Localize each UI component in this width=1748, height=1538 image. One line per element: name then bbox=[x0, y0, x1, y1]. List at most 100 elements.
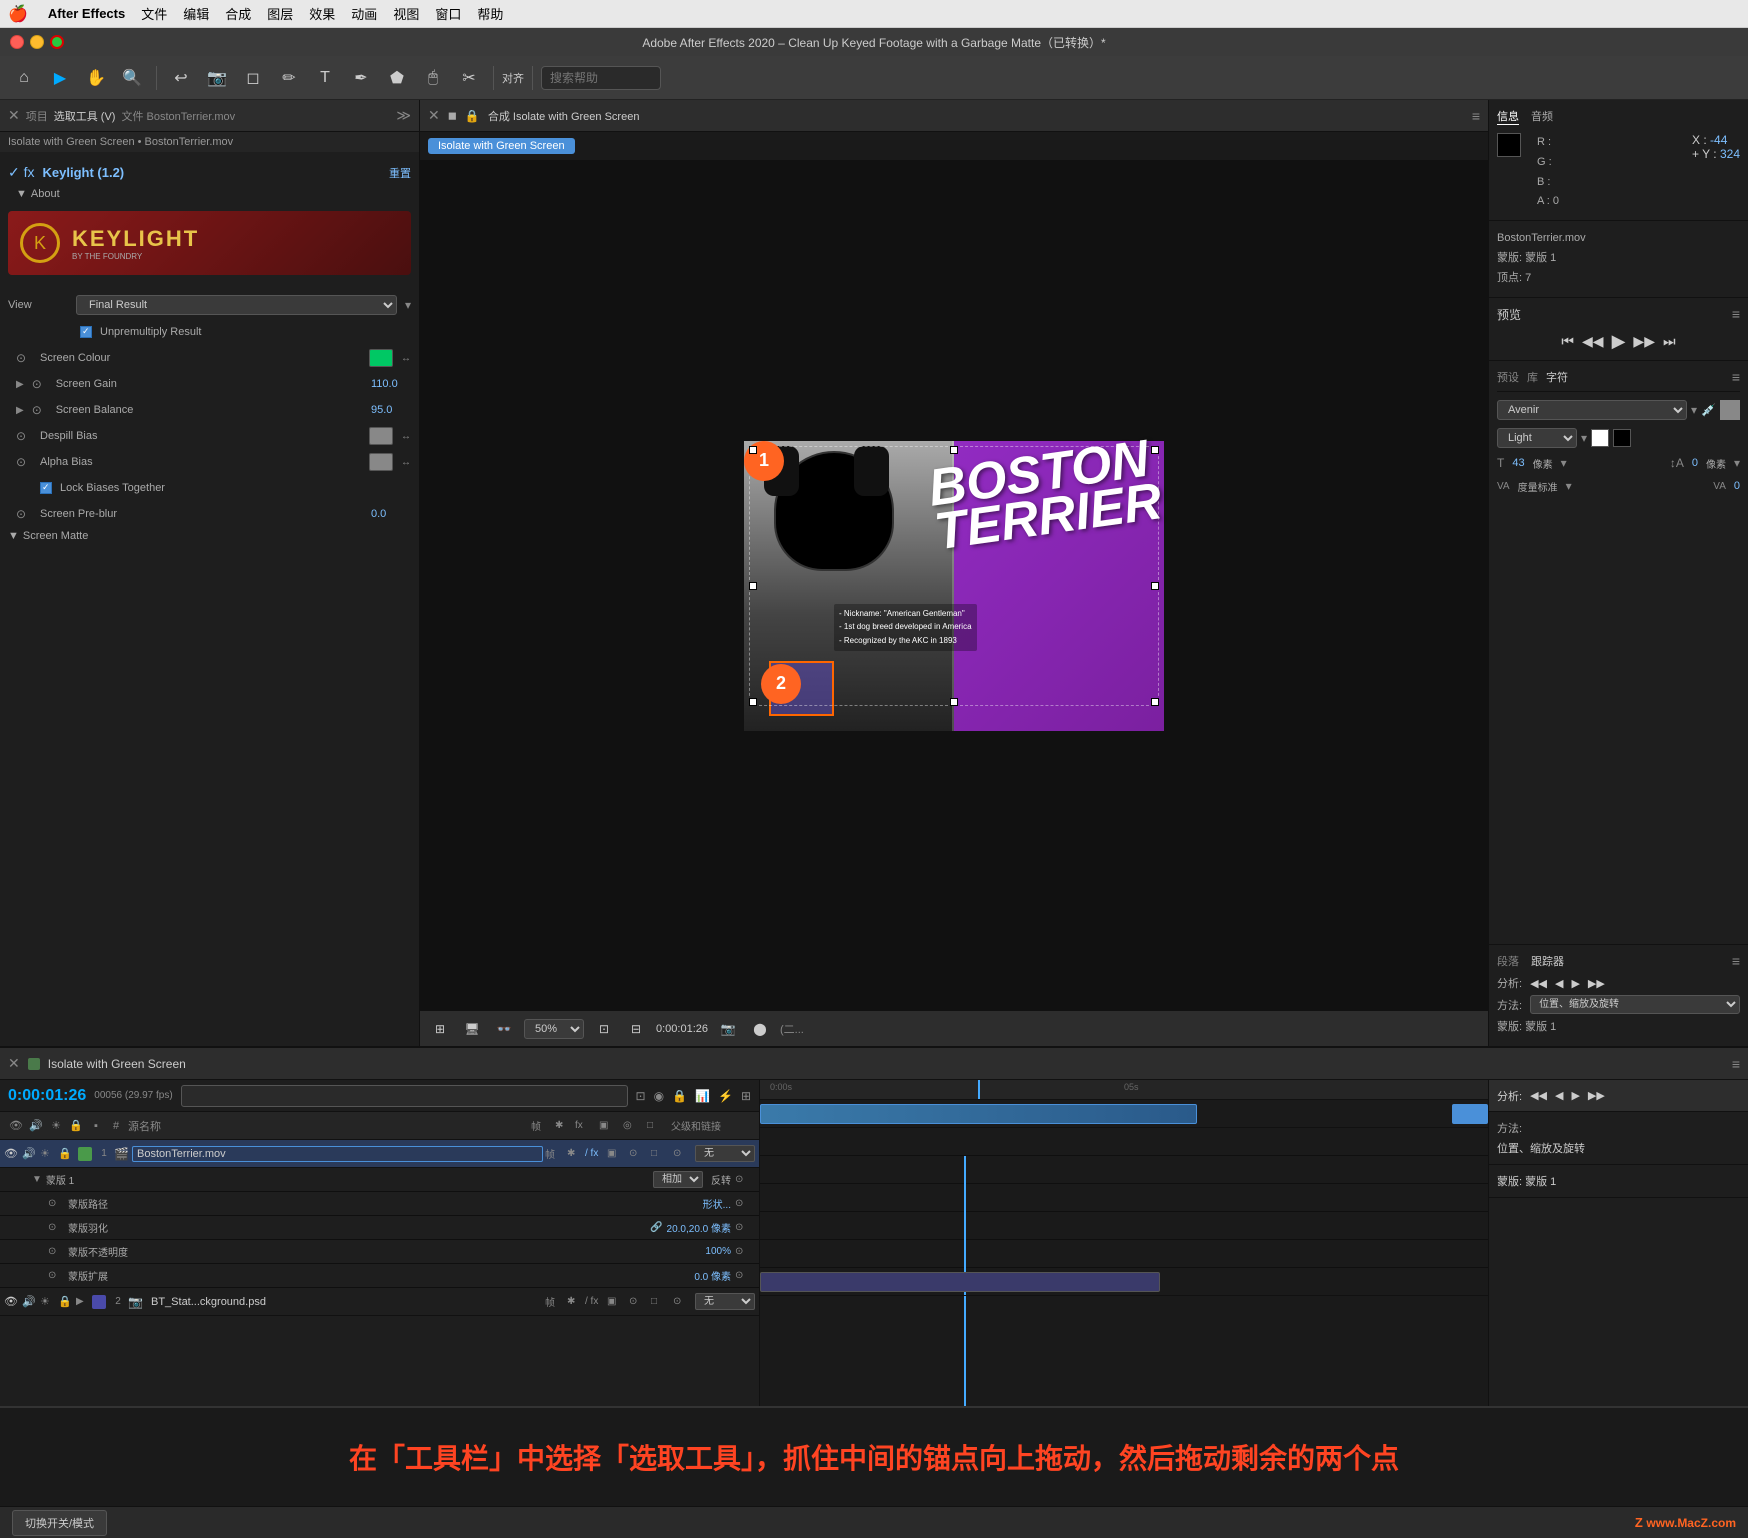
comp-name-button[interactable]: Isolate with Green Screen bbox=[428, 138, 575, 154]
analyze-prev-btn[interactable]: ◀◀ bbox=[1530, 977, 1547, 990]
mask-expand-arrow[interactable]: ▼ bbox=[32, 1174, 42, 1185]
comp-panel-menu[interactable]: ≡ bbox=[1472, 108, 1480, 124]
menu-compose[interactable]: 合成 bbox=[225, 4, 251, 23]
menu-layer[interactable]: 图层 bbox=[267, 4, 293, 23]
layer1-eye[interactable]: 👁 bbox=[4, 1147, 20, 1160]
alpha-bias-arrow[interactable]: ↔ bbox=[401, 457, 411, 468]
comp-close-btn[interactable]: ✕ bbox=[428, 107, 440, 124]
mask1-blend-select[interactable]: 相加 bbox=[653, 1171, 703, 1188]
rt-analyze-prev[interactable]: ◀◀ bbox=[1530, 1089, 1547, 1102]
search-help-input[interactable] bbox=[541, 66, 661, 90]
swatch-black[interactable] bbox=[1613, 429, 1631, 447]
menu-edit[interactable]: 编辑 bbox=[183, 4, 209, 23]
layer2-parent-select[interactable]: 无 bbox=[695, 1293, 755, 1310]
menu-effects[interactable]: 效果 bbox=[309, 4, 335, 23]
handle-bm[interactable] bbox=[950, 698, 958, 706]
rt-analyze-fwd[interactable]: ▶▶ bbox=[1588, 1089, 1605, 1102]
play-btn[interactable]: ▶ bbox=[44, 62, 76, 94]
handle-tl[interactable] bbox=[749, 446, 757, 454]
unpremultiply-checkbox[interactable] bbox=[80, 326, 92, 338]
handle-mr[interactable] bbox=[1151, 582, 1159, 590]
timeline-search-input[interactable] bbox=[181, 1085, 628, 1107]
track-clip-2[interactable] bbox=[760, 1272, 1160, 1292]
layer2-audio[interactable]: 🔊 bbox=[22, 1295, 38, 1308]
tab-project[interactable]: 项目 bbox=[26, 108, 48, 124]
layer1-fx[interactable]: / fx bbox=[585, 1148, 605, 1159]
window-controls[interactable] bbox=[10, 35, 64, 49]
comp-camera-btn[interactable]: 📷 bbox=[716, 1017, 740, 1041]
maximize-window-btn[interactable] bbox=[50, 35, 64, 49]
comp-safe-btn[interactable]: ⊟ bbox=[624, 1017, 648, 1041]
paragraph-tab[interactable]: 段落 bbox=[1497, 953, 1519, 969]
track-clip-end[interactable] bbox=[1452, 1104, 1488, 1124]
effects-panel-close[interactable]: ✕ bbox=[8, 107, 20, 124]
menu-view[interactable]: 视图 bbox=[393, 4, 419, 23]
tl-motion-icon[interactable]: ⚡ bbox=[718, 1089, 733, 1103]
panel-menu-btn[interactable]: ≫ bbox=[396, 107, 411, 124]
menu-window[interactable]: 窗口 bbox=[435, 4, 461, 23]
zoom-tool-btn[interactable]: 🔍 bbox=[116, 62, 148, 94]
layer1-lock[interactable]: 🔒 bbox=[58, 1147, 74, 1160]
screen-matte-toggle[interactable]: ▼ Screen Matte bbox=[0, 527, 419, 545]
layer1-audio[interactable]: 🔊 bbox=[22, 1147, 38, 1160]
view-select[interactable]: Final Result bbox=[76, 295, 397, 315]
layer1-name-input[interactable] bbox=[132, 1146, 543, 1162]
screen-preblur-value[interactable]: 0.0 bbox=[371, 508, 411, 520]
scissors-btn[interactable]: ✂ bbox=[453, 62, 485, 94]
handle-br[interactable] bbox=[1151, 698, 1159, 706]
undo-btn[interactable]: ↩ bbox=[165, 62, 197, 94]
tracker-menu-btn[interactable]: ≡ bbox=[1732, 953, 1740, 969]
lock-biases-checkbox[interactable] bbox=[40, 482, 52, 494]
prev-play-btn[interactable]: ▶ bbox=[1612, 331, 1626, 352]
props-menu-btn[interactable]: ≡ bbox=[1732, 369, 1740, 385]
tl-extra-icon[interactable]: ⊞ bbox=[741, 1089, 751, 1103]
analyze-back-btn[interactable]: ◀ bbox=[1555, 977, 1563, 990]
comp-ratio-btn[interactable]: ⊡ bbox=[592, 1017, 616, 1041]
tl-toggle-icon[interactable]: ⊡ bbox=[636, 1089, 646, 1103]
text-btn[interactable]: T bbox=[309, 62, 341, 94]
rt-analyze-play[interactable]: ▶ bbox=[1571, 1089, 1579, 1102]
close-window-btn[interactable] bbox=[10, 35, 24, 49]
menu-file[interactable]: 文件 bbox=[141, 4, 167, 23]
comp-3d-btn[interactable]: 👓 bbox=[492, 1017, 516, 1041]
preview-menu-btn[interactable]: ≡ bbox=[1732, 306, 1740, 322]
prev-back-btn[interactable]: ◀◀ bbox=[1582, 333, 1604, 350]
tracker-tab[interactable]: 跟踪器 bbox=[1531, 953, 1564, 969]
track-clip-1[interactable] bbox=[760, 1104, 1197, 1124]
eyedropper-icon[interactable]: 💉 bbox=[1701, 403, 1716, 417]
screen-balance-value[interactable]: 95.0 bbox=[371, 404, 411, 416]
prev-forward-btn[interactable]: ▶▶ bbox=[1633, 333, 1655, 350]
font-select[interactable]: Avenir bbox=[1497, 400, 1687, 420]
tl-lock-icon[interactable]: 🔒 bbox=[672, 1089, 687, 1103]
analyze-play-btn[interactable]: ▶ bbox=[1571, 977, 1579, 990]
minimize-window-btn[interactable] bbox=[30, 35, 44, 49]
pen-btn[interactable]: ✏ bbox=[273, 62, 305, 94]
fx-checkbox[interactable]: ✓ fx bbox=[8, 164, 35, 181]
timeline-menu-btn[interactable]: ≡ bbox=[1732, 1056, 1740, 1072]
swatch-white[interactable] bbox=[1591, 429, 1609, 447]
layer2-fx[interactable]: / fx bbox=[585, 1296, 605, 1307]
expand-gain[interactable]: ▶ bbox=[16, 379, 24, 390]
tab-audio[interactable]: 音频 bbox=[1531, 108, 1553, 125]
handle-bl[interactable] bbox=[749, 698, 757, 706]
layer1-parent-select[interactable]: 无 bbox=[695, 1145, 755, 1162]
layer1-solo[interactable]: ☀ bbox=[40, 1147, 56, 1160]
zoom-select[interactable]: 50% bbox=[524, 1019, 584, 1039]
comp-snap-btn[interactable]: ⊞ bbox=[428, 1017, 452, 1041]
mask-expand-value[interactable]: 0.0 像素 bbox=[694, 1268, 731, 1283]
prev-last-btn[interactable]: ⏭ bbox=[1663, 333, 1676, 350]
analyze-fwd-btn[interactable]: ▶▶ bbox=[1588, 977, 1605, 990]
brush-btn[interactable]: ✒ bbox=[345, 62, 377, 94]
font-color-swatch[interactable] bbox=[1720, 400, 1740, 420]
despill-bias-arrow[interactable]: ↔ bbox=[401, 431, 411, 442]
despill-bias-swatch[interactable] bbox=[369, 427, 393, 445]
expand-layer2[interactable]: ▶ bbox=[76, 1296, 88, 1307]
toggle-switch-btn[interactable]: 切换开关/模式 bbox=[12, 1510, 107, 1536]
about-toggle[interactable]: ▼ About bbox=[8, 185, 411, 203]
layer2-lock[interactable]: 🔒 bbox=[58, 1295, 74, 1308]
menu-after-effects[interactable]: After Effects bbox=[48, 6, 125, 21]
tl-solo-icon[interactable]: ◉ bbox=[654, 1089, 664, 1103]
hand-tool-btn[interactable]: ✋ bbox=[80, 62, 112, 94]
expand-balance[interactable]: ▶ bbox=[16, 405, 24, 416]
screen-colour-swatch[interactable] bbox=[369, 349, 393, 367]
